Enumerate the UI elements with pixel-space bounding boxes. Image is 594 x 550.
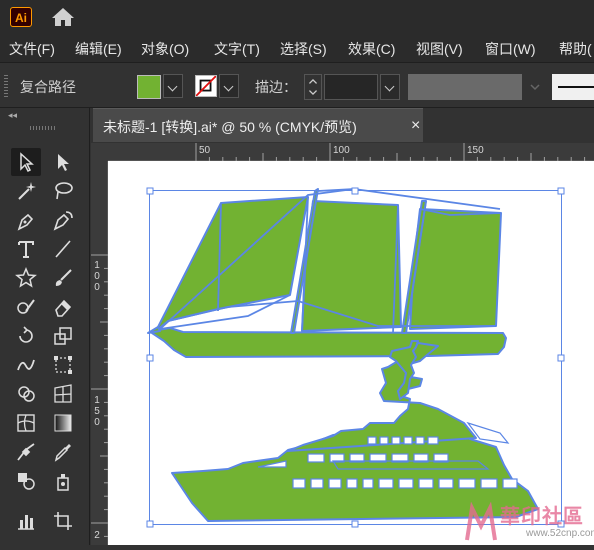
tools-panel-grip[interactable] — [30, 126, 56, 130]
scale-tool-icon[interactable] — [48, 322, 78, 350]
watermark-url: www.52cnp.com — [526, 528, 594, 539]
ruler-label-100-vertical: 100 — [94, 260, 100, 293]
control-bar-grip[interactable] — [4, 75, 8, 97]
shape-builder-tool-icon[interactable] — [11, 380, 41, 408]
ruler-label-150-vertical: 150 — [94, 395, 100, 428]
brush-definition[interactable] — [552, 74, 594, 100]
vertical-ruler[interactable]: 100 150 2 — [91, 161, 108, 545]
selection-tool-icon[interactable] — [11, 148, 41, 176]
menu-help[interactable]: 帮助( — [559, 39, 592, 59]
eraser-tool-icon[interactable] — [48, 293, 78, 321]
horizontal-ruler[interactable]: 50 100 150 — [108, 143, 594, 161]
ruler-origin[interactable] — [91, 143, 108, 161]
stroke-label: 描边： — [255, 79, 297, 95]
watermark-logo — [465, 502, 497, 541]
free-transform-tool-icon[interactable] — [48, 351, 78, 379]
watermark: 華印社區 www.52cnp.com — [464, 500, 594, 545]
menu-effect[interactable]: 效果(C) — [348, 39, 395, 59]
menu-bar: 文件(F) 编辑(E) 对象(O) 文字(T) 选择(S) 效果(C) 视图(V… — [0, 34, 594, 62]
eyedropper-tool-icon[interactable] — [48, 438, 78, 466]
star-tool-icon[interactable] — [11, 264, 41, 292]
app-logo: Ai — [10, 7, 32, 27]
tools-panel: ◂◂ — [0, 108, 90, 545]
control-bar: 复合路径 描边： — [0, 62, 594, 108]
curvature-tool-icon[interactable] — [48, 206, 78, 234]
fill-dropdown[interactable] — [163, 74, 183, 98]
menu-type[interactable]: 文字(T) — [214, 39, 260, 59]
document-tab-bar: 未标题-1 [转换].ai* @ 50 % (CMYK/预览) × — [90, 108, 594, 142]
profile-dropdown-disabled — [524, 74, 546, 100]
ruler-label-150: 150 — [467, 145, 484, 156]
fill-color-swatch[interactable] — [137, 75, 161, 99]
selection-type-label: 复合路径 — [20, 79, 76, 95]
line-tool-icon[interactable] — [48, 235, 78, 263]
menu-edit[interactable]: 编辑(E) — [75, 39, 122, 59]
lasso-tool-icon[interactable] — [48, 177, 78, 205]
paintbrush-tool-icon[interactable] — [48, 264, 78, 292]
rotate-tool-icon[interactable] — [11, 322, 41, 350]
perspective-grid-tool-icon[interactable] — [48, 380, 78, 408]
column-graph-tool-icon[interactable] — [11, 507, 41, 535]
artwork[interactable] — [108, 161, 594, 545]
magic-wand-tool-icon[interactable] — [11, 177, 41, 205]
gradient-tool-icon[interactable] — [48, 409, 78, 437]
stroke-dropdown[interactable] — [219, 74, 239, 98]
ruler-label-200-vertical: 2 — [94, 530, 100, 541]
menu-window[interactable]: 窗口(W) — [485, 39, 536, 59]
live-paint-bucket-tool-icon[interactable] — [11, 467, 41, 495]
artboard-canvas[interactable] — [108, 161, 594, 545]
menu-view[interactable]: 视图(V) — [416, 39, 463, 59]
title-bar: Ai — [0, 0, 594, 34]
document-title: 未标题-1 [转换].ai* @ 50 % (CMYK/预览) — [103, 119, 357, 135]
watermark-text: 華印社區 — [500, 506, 584, 528]
type-tool-icon[interactable] — [11, 235, 41, 263]
menu-select[interactable]: 选择(S) — [280, 39, 327, 59]
direct-selection-tool-icon[interactable] — [48, 148, 78, 176]
ship-sail-middle — [301, 200, 402, 332]
close-tab-icon[interactable]: × — [411, 117, 420, 135]
stroke-weight-dropdown[interactable] — [380, 74, 400, 100]
blend-tool-icon[interactable] — [11, 438, 41, 466]
ruler-label-100: 100 — [333, 145, 350, 156]
yacht-superstructure — [287, 342, 477, 452]
collapse-panel-icon[interactable]: ◂◂ — [8, 110, 17, 121]
pen-tool-icon[interactable] — [11, 206, 41, 234]
ruler-label-50: 50 — [199, 145, 211, 156]
mesh-tool-icon[interactable] — [11, 409, 41, 437]
stroke-weight-input[interactable] — [324, 74, 378, 100]
home-icon[interactable] — [50, 6, 76, 28]
warp-tool-icon[interactable] — [11, 351, 41, 379]
document-tab[interactable]: 未标题-1 [转换].ai* @ 50 % (CMYK/预览) × — [93, 108, 423, 142]
menu-object[interactable]: 对象(O) — [141, 39, 189, 59]
ship-hull — [151, 327, 507, 358]
menu-file[interactable]: 文件(F) — [9, 39, 55, 59]
ruler-ticks-vertical — [91, 254, 108, 537]
shaper-tool-icon[interactable] — [11, 293, 41, 321]
ship-sail-rear — [409, 208, 502, 330]
stroke-weight-stepper[interactable] — [304, 74, 322, 100]
ruler-ticks — [195, 143, 586, 161]
symbol-sprayer-tool-icon[interactable] — [48, 467, 78, 495]
variable-width-profile[interactable] — [408, 74, 522, 100]
artboard-tool-icon[interactable] — [48, 507, 78, 535]
stroke-none-swatch[interactable] — [195, 75, 217, 97]
